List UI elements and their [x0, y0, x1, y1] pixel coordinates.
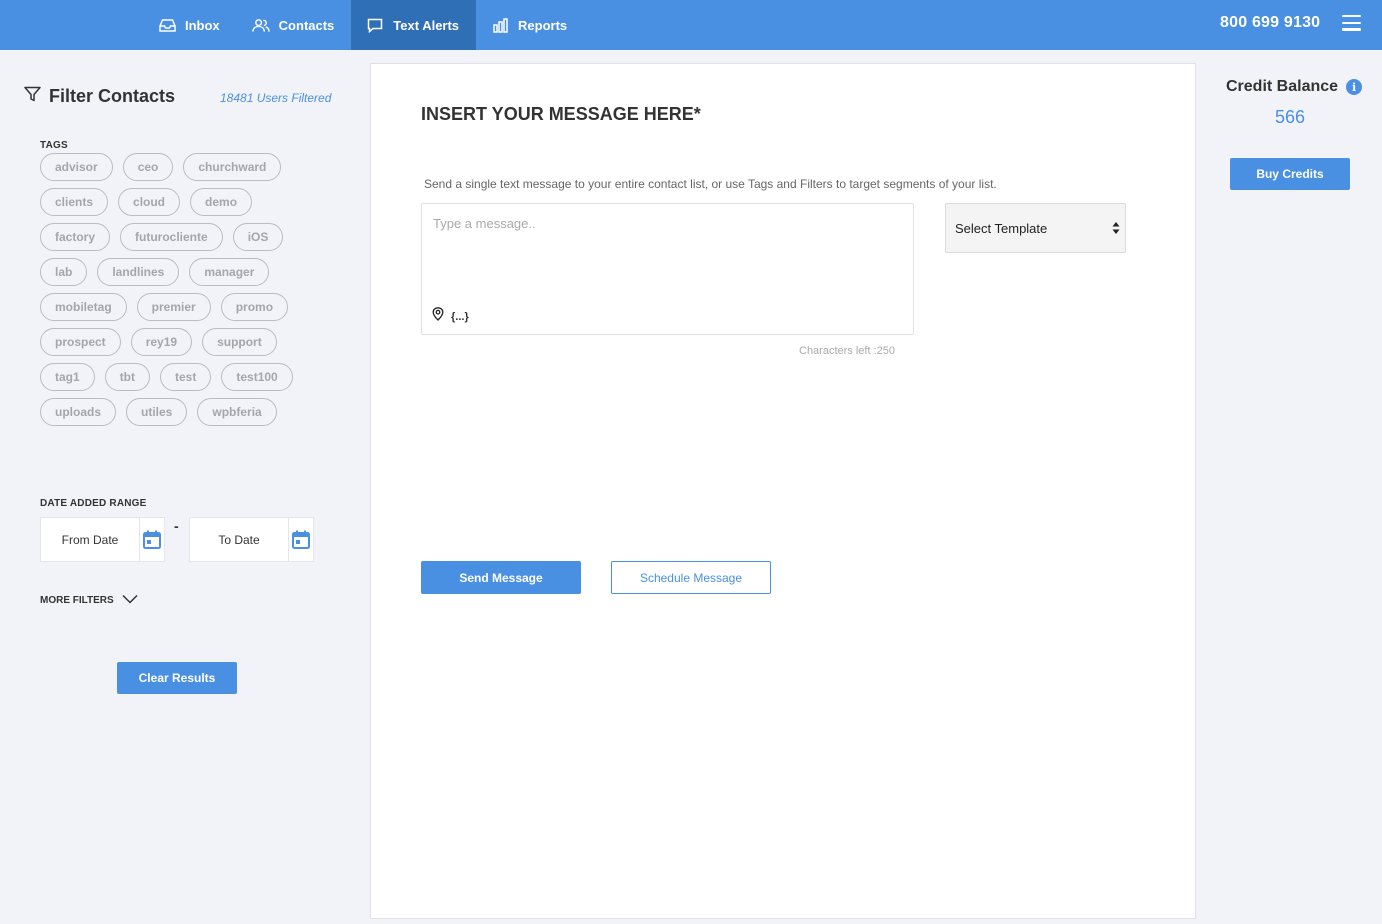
send-message-button[interactable]: Send Message [421, 561, 581, 594]
tag-promo[interactable]: promo [220, 293, 289, 321]
nav-reports-label: Reports [518, 17, 568, 33]
from-date-text: From Date [61, 532, 119, 547]
calendar-icon[interactable] [139, 518, 164, 561]
tag-factory[interactable]: factory [40, 223, 111, 251]
info-icon[interactable]: i [1346, 79, 1363, 95]
tag-uploads[interactable]: uploads [40, 398, 117, 426]
tag-prospect[interactable]: prospect [40, 328, 121, 356]
location-pin-icon[interactable] [432, 307, 444, 326]
filter-title: Filter Contacts [49, 86, 176, 106]
nav-text-alerts[interactable]: Text Alerts [351, 0, 477, 50]
select-arrows-icon [1112, 221, 1120, 235]
nav-reports[interactable]: Reports [476, 0, 584, 50]
filter-header: Filter Contacts [24, 86, 175, 107]
contacts-icon [251, 16, 270, 34]
filter-sidebar: Filter Contacts 18481 Users Filtered TAG… [0, 50, 358, 924]
phone-number: 800 699 9130 [1220, 14, 1321, 31]
tag-cloud[interactable]: cloud [118, 188, 181, 216]
tag-lab[interactable]: lab [40, 258, 88, 286]
message-box: {...} [421, 203, 914, 335]
tag-mobiletag[interactable]: mobiletag [40, 293, 127, 321]
tag-ios[interactable]: iOS [232, 223, 284, 251]
tag-demo[interactable]: demo [190, 188, 253, 216]
main-nav: Inbox Contacts Text Alerts Reports [143, 0, 584, 50]
tag-advisor[interactable]: advisor [40, 153, 113, 181]
template-select[interactable]: Select Template [945, 203, 1126, 253]
calendar-icon[interactable] [288, 518, 313, 561]
tag-tag1[interactable]: tag1 [40, 363, 95, 391]
tag-churchward[interactable]: churchward [183, 153, 282, 181]
template-select-value: Select Template [955, 220, 1048, 236]
message-title: INSERT YOUR MESSAGE HERE* [421, 104, 701, 124]
nav-contacts-label: Contacts [278, 17, 335, 33]
credit-balance-title: Credit Balance [1226, 78, 1339, 95]
more-filters-label: MORE FILTERS [40, 594, 114, 606]
message-description: Send a single text message to your entir… [424, 177, 997, 191]
nav-inbox-label: Inbox [185, 17, 220, 33]
clear-results-button[interactable]: Clear Results [117, 662, 237, 694]
nav-text-alerts-label: Text Alerts [393, 17, 460, 33]
top-navigation-bar: Inbox Contacts Text Alerts Reports 800 6… [0, 0, 1382, 50]
tag-futurocliente[interactable]: futurocliente [120, 223, 223, 251]
tag-tbt[interactable]: tbt [104, 363, 151, 391]
chat-bubble-icon [366, 16, 384, 34]
to-date-field[interactable]: To Date [189, 517, 314, 562]
tag-rey19[interactable]: rey19 [130, 328, 193, 356]
tag-test100[interactable]: test100 [221, 363, 293, 391]
more-filters-toggle[interactable]: MORE FILTERS [40, 591, 138, 609]
tag-support[interactable]: support [202, 328, 277, 356]
bar-chart-icon [491, 16, 509, 34]
tag-test[interactable]: test [160, 363, 212, 391]
tag-utiles[interactable]: utiles [126, 398, 188, 426]
tags-label: TAGS [40, 140, 68, 151]
nav-inbox[interactable]: Inbox [143, 0, 237, 50]
tag-ceo[interactable]: ceo [122, 153, 174, 181]
users-filtered-count: 18481 Users Filtered [220, 91, 332, 105]
credit-balance-header: Credit Balance i [1226, 78, 1363, 96]
chevron-down-icon [122, 591, 138, 609]
hamburger-menu-icon[interactable] [1342, 15, 1362, 33]
message-input[interactable] [422, 204, 913, 294]
to-date-text: To Date [218, 532, 260, 547]
tag-premier[interactable]: premier [136, 293, 211, 321]
buy-credits-button[interactable]: Buy Credits [1230, 158, 1350, 190]
credit-balance-value: 566 [1274, 107, 1306, 127]
from-date-field[interactable]: From Date [40, 517, 165, 562]
insert-variable-button[interactable]: {...} [451, 311, 469, 323]
message-tools: {...} [432, 307, 469, 326]
characters-left: Characters left :250 [799, 345, 895, 357]
tag-list: advisor ceo churchward clients cloud demo fact… [40, 153, 310, 426]
date-separator: - [174, 518, 179, 534]
tag-manager[interactable]: manager [189, 258, 270, 286]
schedule-message-button[interactable]: Schedule Message [611, 561, 771, 594]
message-panel: INSERT YOUR MESSAGE HERE* Send a single … [370, 63, 1196, 919]
tag-clients[interactable]: clients [40, 188, 109, 216]
nav-contacts[interactable]: Contacts [237, 0, 352, 50]
tag-landlines[interactable]: landlines [97, 258, 180, 286]
filter-funnel-icon [24, 86, 41, 107]
tag-wpbferia[interactable]: wpbferia [197, 398, 277, 426]
inbox-icon [158, 16, 176, 34]
date-range-label: DATE ADDED RANGE [40, 498, 147, 509]
